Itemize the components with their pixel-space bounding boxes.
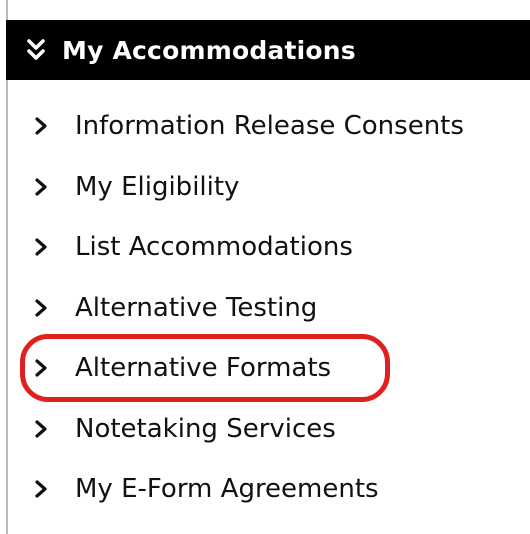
menu-item-label[interactable]: List Accommodations xyxy=(75,232,353,262)
menu-item-label[interactable]: Alternative Formats xyxy=(75,353,331,383)
chevron-right-icon xyxy=(34,176,48,198)
menu-item-label[interactable]: Alternative Testing xyxy=(75,293,317,323)
menu-item-label[interactable]: Information Release Consents xyxy=(75,111,464,141)
menu-item-label[interactable]: Notetaking Services xyxy=(75,414,336,444)
chevron-right-icon xyxy=(34,418,48,440)
menu-item-alternative-testing[interactable]: Alternative Testing xyxy=(8,278,528,339)
chevron-right-icon xyxy=(34,115,48,137)
menu-item-label[interactable]: My Eligibility xyxy=(75,172,239,202)
menu-item-my-e-form-agreements[interactable]: My E-Form Agreements xyxy=(8,459,528,520)
menu-item-information-release-consents[interactable]: Information Release Consents xyxy=(8,96,528,157)
menu-item-label[interactable]: My E-Form Agreements xyxy=(75,474,379,504)
menu-item-list-accommodations[interactable]: List Accommodations xyxy=(8,217,528,278)
accommodations-menu: Information Release Consents My Eligibil… xyxy=(8,96,528,520)
menu-item-alternative-formats[interactable]: Alternative Formats xyxy=(8,338,528,399)
panel-title: My Accommodations xyxy=(62,35,356,65)
chevron-right-icon xyxy=(34,357,48,379)
chevron-right-icon xyxy=(34,478,48,500)
accommodations-panel: My Accommodations Information Release Co… xyxy=(6,0,530,534)
chevron-right-icon xyxy=(34,236,48,258)
menu-item-notetaking-services[interactable]: Notetaking Services xyxy=(8,399,528,460)
menu-item-my-eligibility[interactable]: My Eligibility xyxy=(8,157,528,218)
double-chevron-down-icon[interactable] xyxy=(26,36,46,64)
chevron-right-icon xyxy=(34,297,48,319)
panel-header[interactable]: My Accommodations xyxy=(6,20,530,80)
